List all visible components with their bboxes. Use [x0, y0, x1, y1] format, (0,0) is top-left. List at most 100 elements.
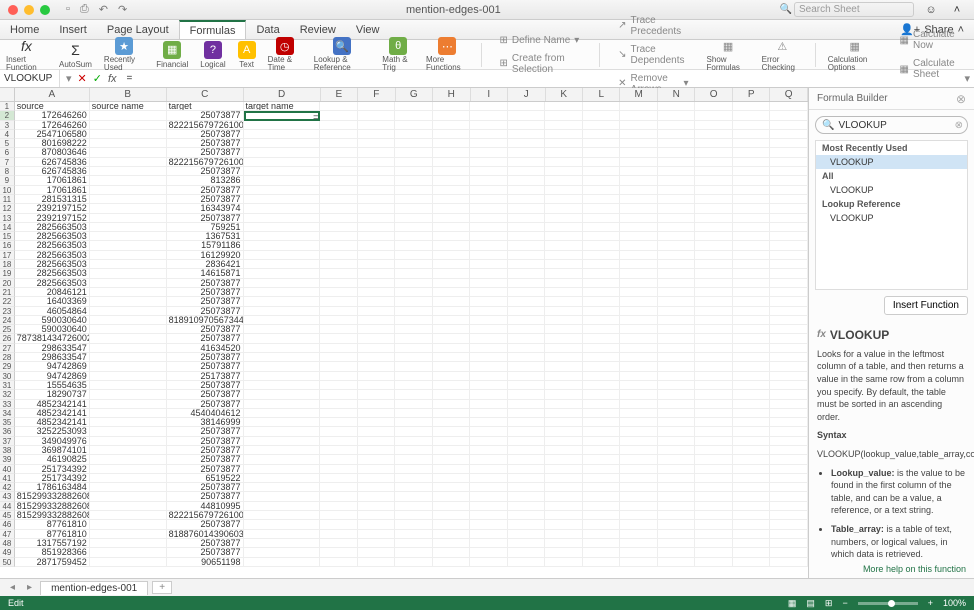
cell[interactable]	[358, 195, 396, 204]
cell[interactable]: 759251	[167, 223, 244, 232]
cell[interactable]	[620, 214, 658, 223]
cell[interactable]	[358, 427, 396, 436]
cell[interactable]	[733, 251, 771, 260]
cell[interactable]: 822215679726100000	[167, 121, 244, 130]
cell[interactable]	[733, 437, 771, 446]
cell[interactable]: 369874101	[15, 446, 90, 455]
minimize-icon[interactable]	[24, 5, 34, 15]
row-header[interactable]: 32	[0, 390, 15, 399]
cell[interactable]	[244, 204, 321, 213]
cell[interactable]	[90, 139, 167, 148]
cell[interactable]	[358, 325, 396, 334]
cell[interactable]: 3252253093	[15, 427, 90, 436]
cell[interactable]	[395, 511, 433, 520]
cell[interactable]	[658, 558, 696, 567]
cell[interactable]	[545, 530, 583, 539]
cell[interactable]	[90, 455, 167, 464]
cell[interactable]	[620, 455, 658, 464]
row-header[interactable]: 16	[0, 241, 15, 250]
cell[interactable]	[583, 269, 621, 278]
col-header-Q[interactable]: Q	[770, 88, 807, 101]
logical-button[interactable]: ?Logical	[200, 41, 225, 69]
cell[interactable]	[90, 548, 167, 557]
cell[interactable]	[320, 251, 358, 260]
cell[interactable]	[244, 158, 321, 167]
cell[interactable]	[433, 316, 471, 325]
cell[interactable]	[508, 427, 546, 436]
row-header[interactable]: 10	[0, 186, 15, 195]
row-header[interactable]: 27	[0, 344, 15, 353]
cell[interactable]: 17061861	[15, 186, 90, 195]
cell[interactable]	[508, 232, 546, 241]
cell[interactable]	[433, 446, 471, 455]
cell[interactable]	[470, 214, 508, 223]
date-time-button[interactable]: ◷Date & Time	[268, 37, 302, 72]
cell[interactable]	[545, 102, 583, 111]
cell[interactable]	[545, 279, 583, 288]
cell[interactable]	[695, 241, 733, 250]
cell[interactable]	[695, 297, 733, 306]
cell[interactable]	[508, 241, 546, 250]
cell[interactable]	[583, 279, 621, 288]
cell[interactable]	[733, 214, 771, 223]
cell[interactable]	[508, 307, 546, 316]
cell[interactable]	[244, 465, 321, 474]
cell[interactable]	[320, 279, 358, 288]
cell[interactable]	[508, 353, 546, 362]
cell[interactable]	[433, 297, 471, 306]
cell[interactable]	[320, 455, 358, 464]
row-header[interactable]: 36	[0, 427, 15, 436]
col-header-A[interactable]: A	[15, 88, 90, 101]
tab-formulas[interactable]: Formulas	[179, 20, 247, 39]
cell[interactable]: 25073877	[167, 353, 244, 362]
cell[interactable]: 2825663503	[15, 241, 90, 250]
cell[interactable]	[733, 260, 771, 269]
cell[interactable]	[545, 344, 583, 353]
cell[interactable]: 2825663503	[15, 223, 90, 232]
cell[interactable]	[244, 334, 321, 343]
cell[interactable]	[770, 102, 808, 111]
cell[interactable]	[470, 465, 508, 474]
cell[interactable]	[733, 102, 771, 111]
cell[interactable]	[620, 418, 658, 427]
cell[interactable]	[508, 372, 546, 381]
row-header[interactable]: 26	[0, 334, 15, 343]
cell[interactable]	[358, 260, 396, 269]
cell[interactable]	[358, 102, 396, 111]
cell[interactable]	[358, 139, 396, 148]
cell[interactable]	[733, 427, 771, 436]
cell[interactable]: 172646260	[15, 111, 90, 120]
cell[interactable]	[320, 427, 358, 436]
calculate-now-button[interactable]: ▦Calculate Now	[894, 26, 968, 54]
cell[interactable]	[358, 121, 396, 130]
cell[interactable]	[508, 418, 546, 427]
cell[interactable]	[433, 121, 471, 130]
cell[interactable]	[545, 260, 583, 269]
cell[interactable]	[583, 232, 621, 241]
cell[interactable]	[320, 474, 358, 483]
cell[interactable]	[433, 130, 471, 139]
cell[interactable]	[733, 455, 771, 464]
cell[interactable]	[583, 344, 621, 353]
cell[interactable]	[470, 409, 508, 418]
cell[interactable]	[395, 297, 433, 306]
name-box[interactable]: VLOOKUP	[0, 70, 60, 87]
row-header[interactable]: 8	[0, 167, 15, 176]
cell[interactable]	[620, 409, 658, 418]
cell[interactable]	[90, 409, 167, 418]
cell[interactable]	[358, 520, 396, 529]
cell[interactable]: 16343974	[167, 204, 244, 213]
cell[interactable]	[583, 288, 621, 297]
cell[interactable]	[395, 279, 433, 288]
cell[interactable]	[658, 121, 696, 130]
cell[interactable]	[658, 325, 696, 334]
row-header[interactable]: 19	[0, 269, 15, 278]
cell[interactable]	[658, 251, 696, 260]
cell[interactable]: 25073877	[167, 111, 244, 120]
cell[interactable]	[770, 344, 808, 353]
cell[interactable]	[395, 483, 433, 492]
cell[interactable]	[545, 372, 583, 381]
search-input[interactable]: Search Sheet	[794, 2, 914, 17]
cell[interactable]	[433, 279, 471, 288]
cell[interactable]	[90, 223, 167, 232]
